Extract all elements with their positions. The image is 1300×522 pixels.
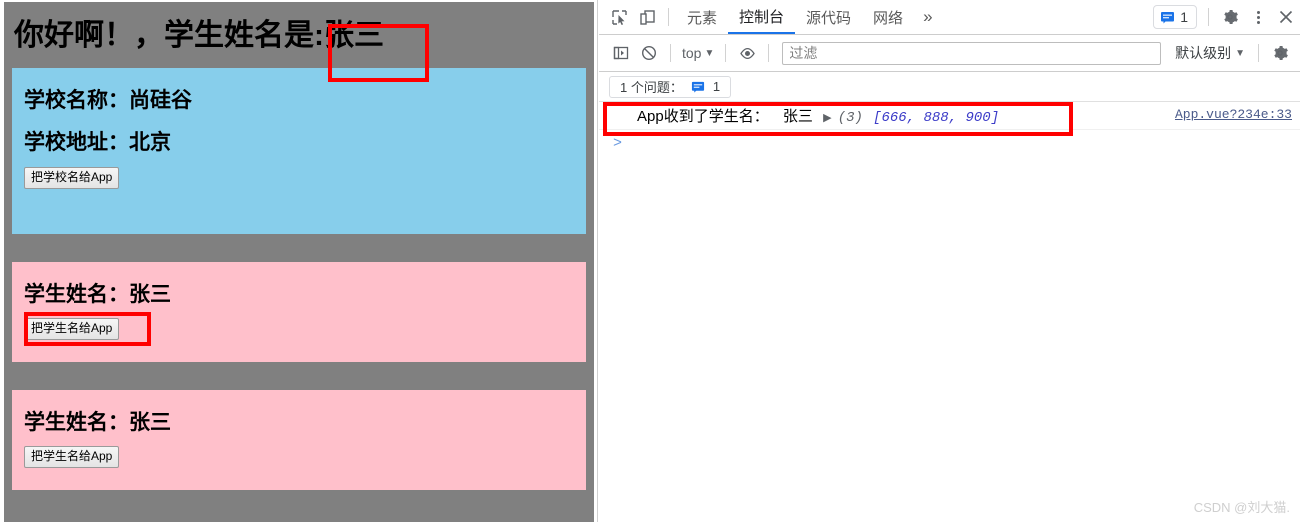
log-level-label: 默认级别 [1175,45,1232,61]
inspect-element-icon[interactable] [605,4,633,30]
log-array-value: [666, 888, 900] [873,110,1000,126]
school-name-line: 学校名称：尚硅谷 [24,89,192,112]
message-icon-small [691,81,704,93]
tab-more-chevron-icon[interactable]: » [914,0,941,34]
tab-network[interactable]: 网络 [862,0,914,34]
send-student-name-button-1[interactable]: 把学生名给App [24,318,120,341]
student-button-wrap-2: 把学生名给App [22,446,576,469]
devtools-panel: 元素 控制台 源代码 网络 » 1 top ▼ 过滤 默认级别 ▼ 1 个问题：… [599,0,1300,522]
console-log-message: App收到了学生名： 张三 ▶ (3) [666, 888, 900] [637,105,999,126]
console-settings-gear-icon[interactable] [1266,40,1294,66]
execution-context-select[interactable]: top ▼ [678,43,718,63]
school-button-wrap: 把学校名给App [22,166,576,189]
console-output-area: App收到了学生名： 张三 ▶ (3) [666, 888, 900] App.… [599,102,1300,522]
console-issue-bar: 1 个问题： 1 [599,72,1300,102]
chevron-down-icon-levels: ▼ [1235,47,1245,59]
devtools-tabbar: 元素 控制台 源代码 网络 » 1 [599,0,1300,35]
watermark: CSDN @刘大猫. [1193,500,1290,515]
tabbar-divider [668,8,669,26]
message-icon [1161,11,1175,23]
page-title: 你好啊！，学生姓名是:张三 [14,19,384,52]
issue-summary-chip[interactable]: 1 个问题： 1 [609,75,732,98]
console-prompt-symbol: > [613,134,623,152]
expand-triangle-icon[interactable]: ▶ [823,112,831,124]
live-expression-eye-icon[interactable] [733,40,761,66]
app-root: 你好啊！，学生姓名是:张三 学校名称：尚硅谷 学校地址：北京 把学校名给App … [4,2,594,522]
device-toolbar-icon[interactable] [633,4,661,30]
student-card-1: 学生姓名：张三 把学生名给App [12,262,586,362]
issue-summary-text: 1 个问题： [620,80,683,95]
tab-elements[interactable]: 元素 [676,0,728,34]
log-message-value: 张三 [782,108,813,125]
tabbar-divider-2 [1208,8,1209,26]
toolbar-divider-3 [768,44,770,62]
log-array-length: (3) [837,110,863,126]
tab-sources[interactable]: 源代码 [795,0,862,34]
browser-page-pane: 你好啊！，学生姓名是:张三 学校名称：尚硅谷 学校地址：北京 把学校名给App … [0,0,598,522]
toolbar-divider-2 [725,44,727,62]
student-name-line-1: 学生姓名：张三 [24,283,171,306]
tab-console[interactable]: 控制台 [728,0,796,34]
console-sidebar-toggle-icon[interactable] [607,40,635,66]
student-button-wrap-1: 把学生名给App [22,312,576,347]
gear-icon[interactable] [1216,4,1244,30]
log-level-select[interactable]: 默认级别 ▼ [1169,43,1251,63]
console-log-row[interactable]: App收到了学生名： 张三 ▶ (3) [666, 888, 900] App.… [599,102,1300,136]
issue-summary-count: 1 [712,79,721,94]
toolbar-divider-4 [1258,44,1259,62]
send-school-name-button[interactable]: 把学校名给App [24,166,120,189]
school-card: 学校名称：尚硅谷 学校地址：北京 把学校名给App [12,68,586,234]
execution-context-label: top [682,45,702,61]
console-toolbar: top ▼ 默认级别 ▼ [599,35,1300,72]
clear-console-icon[interactable] [635,40,663,66]
more-options-icon[interactable] [1244,4,1272,30]
school-address-line: 学校地址：北京 [24,131,171,155]
student-name-line-2: 学生姓名：张三 [24,411,171,434]
issues-badge-count: 1 [1180,9,1188,25]
send-student-name-button-2[interactable]: 把学生名给App [24,446,120,469]
log-message-prefix: App收到了学生名： [637,108,769,125]
screenshot-root: 你好啊！，学生姓名是:张三 学校名称：尚硅谷 学校地址：北京 把学校名给App … [0,0,1300,522]
console-filter-input[interactable] [782,41,1162,65]
console-prompt-row[interactable]: > [599,130,1300,156]
console-log-source-link[interactable]: App.vue?234e:33 [1175,107,1292,122]
chevron-down-icon: ▼ [704,47,715,59]
student-card-2: 学生姓名：张三 把学生名给App [12,390,586,490]
toolbar-divider-1 [670,44,671,62]
issues-badge[interactable]: 1 [1153,5,1197,29]
close-icon[interactable] [1272,4,1300,30]
